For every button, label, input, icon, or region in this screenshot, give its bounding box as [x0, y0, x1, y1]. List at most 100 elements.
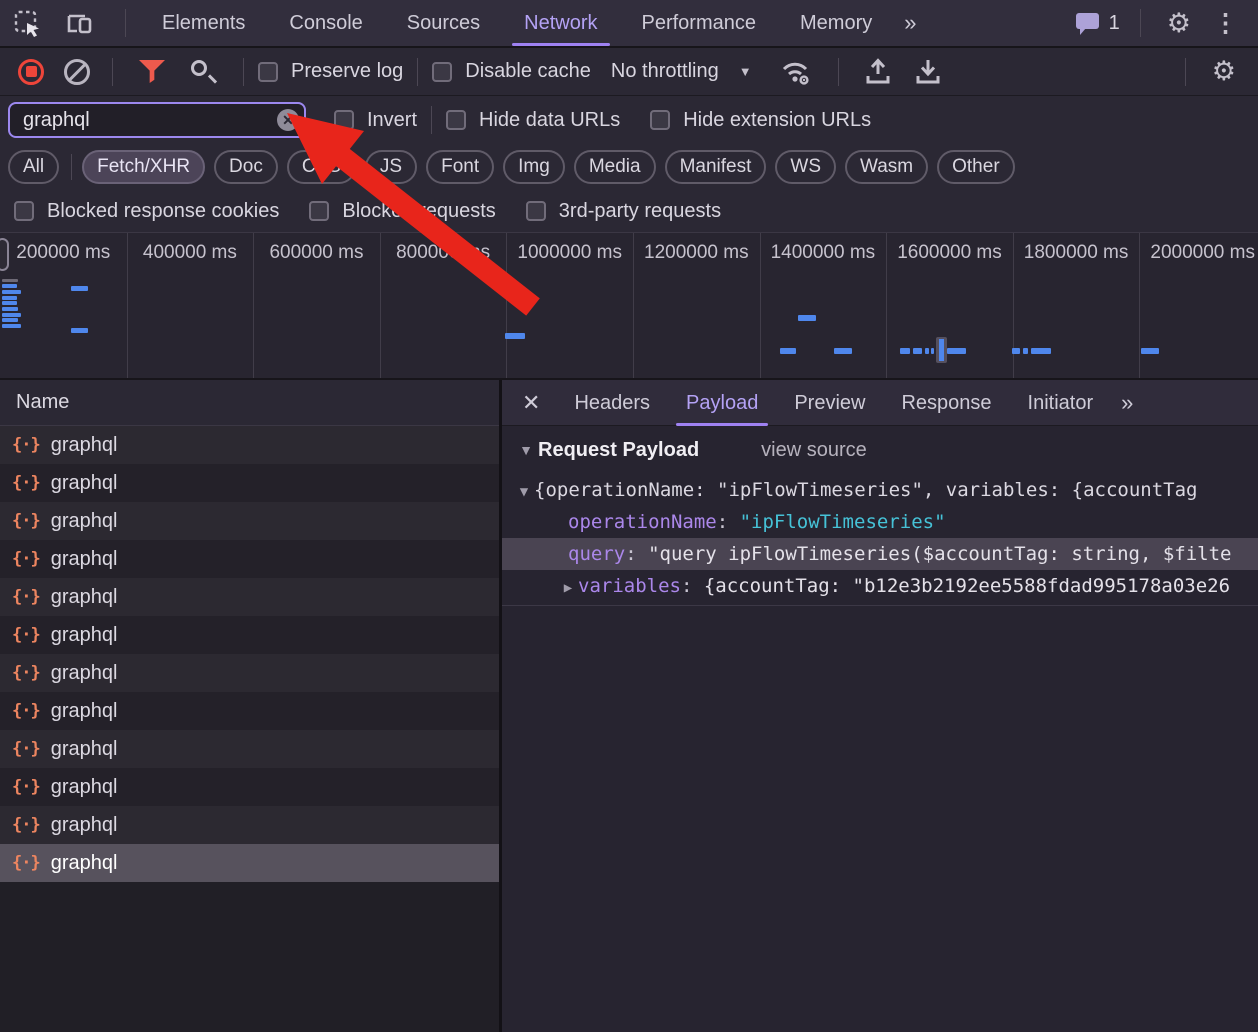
payload-entry-query[interactable]: query: "query ipFlowTimeseries($accountT… — [502, 538, 1258, 570]
clear-filter-icon[interactable]: ✕ — [277, 109, 299, 131]
waterfall-bar[interactable] — [71, 328, 88, 333]
request-row[interactable]: {·}graphql — [0, 616, 499, 654]
payload-entry-variables[interactable]: ▶variables: {accountTag: "b12e3b2192ee55… — [502, 570, 1258, 602]
import-har-icon[interactable] — [863, 57, 893, 86]
request-row[interactable]: {·}graphql — [0, 692, 499, 730]
waterfall-bar[interactable] — [913, 348, 922, 354]
close-detail-icon[interactable]: ✕ — [510, 390, 556, 416]
chip-font[interactable]: Font — [426, 150, 494, 184]
waterfall-bar[interactable] — [900, 348, 910, 354]
waterfall-bar[interactable] — [2, 301, 17, 305]
waterfall-bar[interactable] — [947, 348, 966, 354]
request-row[interactable]: {·}graphql — [0, 578, 499, 616]
request-row[interactable]: {·}graphql — [0, 730, 499, 768]
network-overview-timeline[interactable]: 200000 ms400000 ms600000 ms800000 ms1000… — [0, 232, 1258, 380]
checkbox-box[interactable] — [526, 201, 546, 221]
payload-root-preview[interactable]: ▼{operationName: "ipFlowTimeseries", var… — [502, 474, 1258, 506]
detail-tab-payload[interactable]: Payload — [668, 380, 776, 426]
checkbox-blocked-requests[interactable]: Blocked requests — [309, 200, 495, 223]
waterfall-bar[interactable] — [2, 279, 18, 282]
collapse-caret-icon[interactable]: ▼ — [516, 442, 536, 458]
hide-data-urls-checkbox[interactable]: Hide data URLs — [446, 109, 620, 132]
checkbox-blocked-response-cookies[interactable]: Blocked response cookies — [14, 200, 279, 223]
chip-manifest[interactable]: Manifest — [665, 150, 767, 184]
chip-all[interactable]: All — [8, 150, 59, 184]
waterfall-bar[interactable] — [925, 348, 929, 354]
detail-tab-response[interactable]: Response — [883, 380, 1009, 426]
request-row[interactable]: {·}graphql — [0, 806, 499, 844]
chip-other[interactable]: Other — [937, 150, 1015, 184]
checkbox-3rd-party-requests[interactable]: 3rd-party requests — [526, 200, 721, 223]
chip-media[interactable]: Media — [574, 150, 656, 184]
tab-performance[interactable]: Performance — [620, 0, 779, 46]
tab-memory[interactable]: Memory — [778, 0, 894, 46]
checkbox-box[interactable] — [446, 110, 466, 130]
waterfall-bar[interactable] — [1031, 348, 1051, 354]
waterfall-bar[interactable] — [505, 333, 525, 339]
detail-tab-headers[interactable]: Headers — [556, 380, 668, 426]
network-conditions-icon[interactable] — [778, 57, 814, 87]
tab-network[interactable]: Network — [502, 0, 619, 46]
search-icon[interactable] — [189, 58, 217, 86]
chip-fetch-xhr[interactable]: Fetch/XHR — [82, 150, 205, 184]
settings-gear-icon[interactable]: ⚙ — [1155, 10, 1203, 37]
waterfall-bar[interactable] — [1023, 348, 1028, 354]
hide-extension-urls-checkbox[interactable]: Hide extension URLs — [650, 109, 871, 132]
throttling-select[interactable]: No throttling ▼ — [611, 60, 752, 83]
checkbox-box[interactable] — [14, 201, 34, 221]
request-row[interactable]: {·}graphql — [0, 426, 499, 464]
chip-css[interactable]: CSS — [287, 150, 356, 184]
filter-funnel-icon[interactable] — [139, 60, 165, 83]
waterfall-bar[interactable] — [2, 296, 17, 300]
waterfall-bar[interactable] — [2, 324, 21, 328]
view-source-link[interactable]: view source — [761, 439, 867, 462]
waterfall-bar[interactable] — [931, 348, 934, 354]
chip-doc[interactable]: Doc — [214, 150, 278, 184]
waterfall-bar[interactable] — [1141, 348, 1159, 354]
waterfall-bar[interactable] — [2, 307, 18, 311]
invert-checkbox[interactable]: Invert — [334, 109, 417, 132]
waterfall-bar[interactable] — [2, 318, 18, 322]
waterfall-bar[interactable] — [71, 286, 88, 291]
checkbox-box[interactable] — [258, 62, 278, 82]
request-row[interactable]: {·}graphql — [0, 654, 499, 692]
collapse-caret-icon[interactable]: ▼ — [514, 476, 534, 506]
checkbox-box[interactable] — [650, 110, 670, 130]
filter-input[interactable] — [8, 102, 306, 138]
more-detail-tabs-icon[interactable]: » — [1111, 390, 1144, 416]
record-network-log-button[interactable] — [18, 59, 44, 85]
waterfall-bar[interactable] — [2, 290, 21, 294]
waterfall-bar[interactable] — [834, 348, 852, 354]
chip-ws[interactable]: WS — [775, 150, 836, 184]
request-row[interactable]: {·}graphql — [0, 540, 499, 578]
waterfall-bar[interactable] — [798, 315, 816, 321]
checkbox-box[interactable] — [309, 201, 329, 221]
clear-network-log-icon[interactable] — [64, 59, 90, 85]
request-row[interactable]: {·}graphql — [0, 502, 499, 540]
network-settings-gear-icon[interactable]: ⚙ — [1200, 58, 1248, 85]
request-row[interactable]: {·}graphql — [0, 768, 499, 806]
waterfall-bar[interactable] — [780, 348, 796, 354]
detail-tab-initiator[interactable]: Initiator — [1010, 380, 1112, 426]
more-panels-icon[interactable]: » — [894, 10, 927, 36]
issues-counter[interactable]: 1 — [1067, 10, 1126, 36]
waterfall-bar[interactable] — [2, 313, 21, 317]
device-toolbar-icon[interactable] — [65, 10, 95, 37]
name-column-header[interactable]: Name — [0, 380, 499, 426]
disable-cache-checkbox[interactable]: Disable cache — [432, 60, 591, 83]
request-row[interactable]: {·}graphql — [0, 844, 499, 882]
detail-tab-preview[interactable]: Preview — [776, 380, 883, 426]
chip-js[interactable]: JS — [365, 150, 417, 184]
inspect-element-icon[interactable] — [14, 10, 41, 37]
chip-wasm[interactable]: Wasm — [845, 150, 928, 184]
request-row[interactable]: {·}graphql — [0, 464, 499, 502]
timeline-selected-marker[interactable] — [936, 337, 947, 363]
checkbox-box[interactable] — [334, 110, 354, 130]
export-har-icon[interactable] — [913, 57, 943, 86]
tab-console[interactable]: Console — [267, 0, 384, 46]
kebab-menu-icon[interactable]: ⋮ — [1203, 8, 1248, 38]
tab-sources[interactable]: Sources — [385, 0, 502, 46]
payload-entry-operationname[interactable]: operationName: "ipFlowTimeseries" — [502, 506, 1258, 538]
preserve-log-checkbox[interactable]: Preserve log — [258, 60, 403, 83]
chip-img[interactable]: Img — [503, 150, 565, 184]
